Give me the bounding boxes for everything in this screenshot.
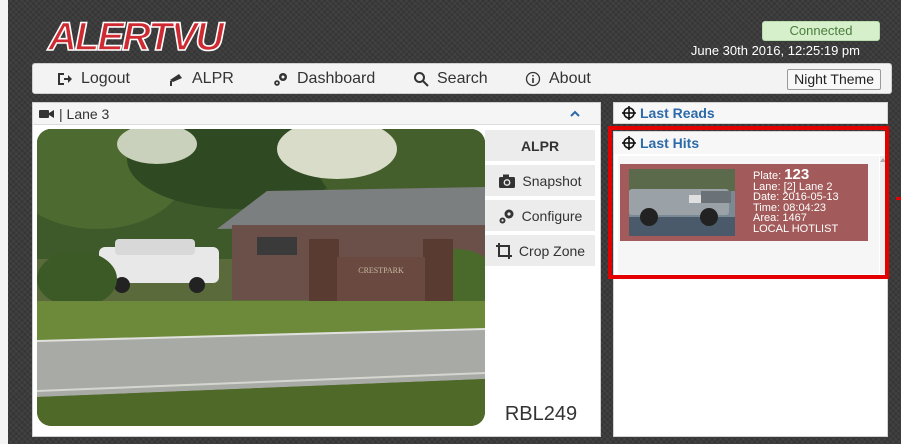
current-datetime: June 30th 2016, 12:25:19 pm [690,43,860,58]
info-icon [525,71,541,86]
main-navbar: Logout ALPR Dashboard Search About Night… [32,63,892,94]
community-sign-text: CRESTPARK [358,266,404,275]
configure-label: Configure [521,207,583,224]
nav-about-label: About [549,69,591,87]
nav-alpr-label: ALPR [192,69,234,87]
snapshot-label: Snapshot [522,172,582,189]
left-edge [0,0,8,444]
search-icon [414,71,429,87]
hit-list-name: LOCAL HOTLIST [753,222,839,235]
last-hits-title: Last Hits [640,135,700,151]
scroll-up-arrow-icon[interactable] [880,158,886,162]
chevron-up-icon[interactable] [568,107,582,121]
hit-list-scrollbar[interactable] [880,156,886,274]
crop-zone-button[interactable]: Crop Zone [485,235,595,266]
last-hits-panel-header[interactable]: Last Hits [614,132,887,154]
nav-about[interactable]: About [525,64,591,93]
logo-text: ALERTVU [47,15,225,58]
nav-dashboard[interactable]: Dashboard [273,64,375,93]
cogs-icon [499,209,514,223]
hit-details: Plate: 123 Lane: [2] Lane 2 Date: 2016-0… [753,167,839,235]
crosshair-icon [622,106,636,120]
crop-zone-label: Crop Zone [518,242,586,259]
nav-search[interactable]: Search [413,64,488,93]
camera-lane-title: | Lane 3 [59,105,110,122]
camera-live-feed: CRESTPARK [37,129,485,426]
last-plate-read: RBL249 [504,403,578,425]
logout-icon [58,72,72,85]
highlight-pointer [896,197,901,200]
crop-icon [495,242,512,259]
cogs-icon [274,72,287,86]
configure-button[interactable]: Configure [485,200,595,231]
night-theme-button[interactable]: Night Theme [787,69,881,90]
crosshair-icon [622,136,636,150]
hit-date: Date: 2016-05-13 [753,191,839,203]
last-reads-title: Last Reads [640,105,715,121]
connection-status-badge: Connected [762,21,880,41]
last-reads-panel-header[interactable]: Last Reads [613,102,888,124]
camera-panel: | Lane 3 CRESTPARK ALPR Snapshot Configu… [32,102,601,437]
video-camera-icon [39,109,54,118]
nav-dashboard-label: Dashboard [297,69,376,87]
nav-logout[interactable]: Logout [57,64,130,93]
camera-panel-header: | Lane 3 [33,103,600,125]
hit-list: Plate: 123 Lane: [2] Lane 2 Date: 2016-0… [618,156,879,274]
alpr-camera-icon [170,73,182,86]
alertvu-logo: ALERTVU [44,12,284,60]
nav-alpr[interactable]: ALPR [168,64,234,93]
snapshot-button[interactable]: Snapshot [485,165,595,196]
nav-search-label: Search [437,69,488,87]
hit-vehicle-thumbnail [629,169,735,236]
alpr-button[interactable]: ALPR [485,130,595,161]
camera-icon [499,174,516,188]
hit-area: Area: 1467 [753,212,807,224]
last-hits-panel: Last Hits Plate: 123 Lane: [2] Lane 2 Da… [613,131,888,437]
nav-logout-label: Logout [81,69,130,87]
hit-card[interactable]: Plate: 123 Lane: [2] Lane 2 Date: 2016-0… [620,164,868,241]
